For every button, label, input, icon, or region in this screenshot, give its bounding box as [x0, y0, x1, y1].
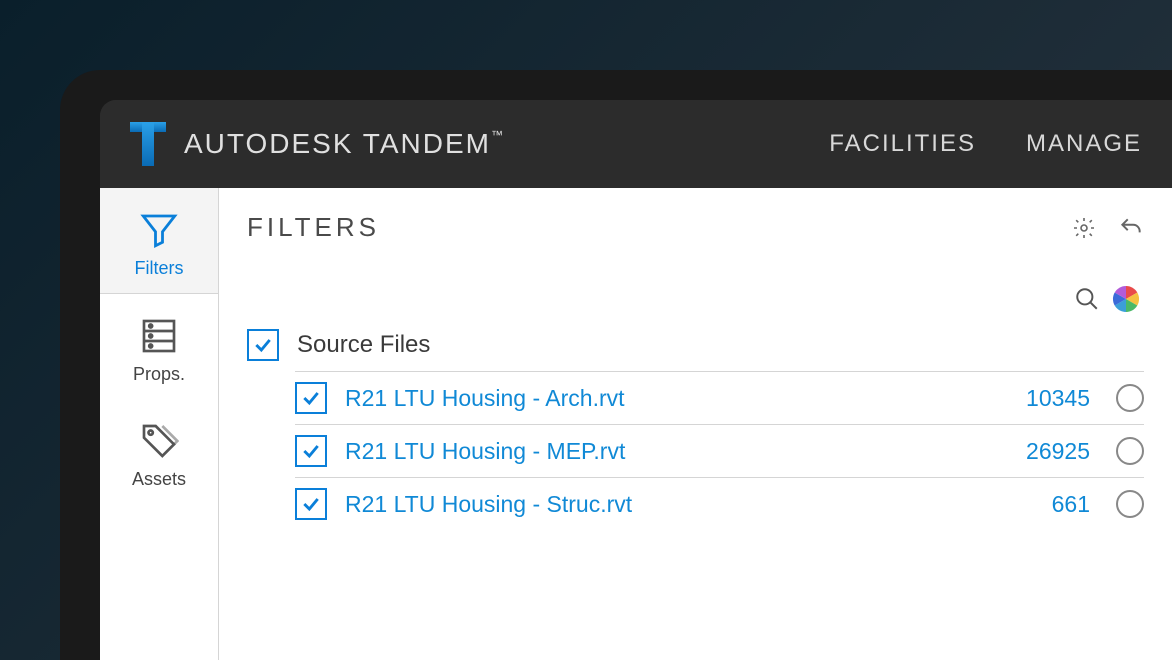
top-bar: AUTODESK TANDEM™ FACILITIES MANAGE — [100, 100, 1172, 188]
sidebar-item-label: Assets — [132, 469, 186, 490]
file-checkbox[interactable] — [295, 488, 327, 520]
sidebar-item-label: Filters — [135, 258, 184, 279]
file-name-link[interactable]: R21 LTU Housing - Arch.rvt — [345, 385, 1008, 412]
top-nav: FACILITIES MANAGE — [829, 130, 1152, 158]
sidebar-item-label: Props. — [133, 364, 185, 385]
filters-panel: FILTERS — [219, 188, 1172, 660]
file-name-link[interactable]: R21 LTU Housing - MEP.rvt — [345, 438, 1008, 465]
tag-icon — [139, 421, 179, 461]
file-radio[interactable] — [1116, 437, 1144, 465]
filter-group-source-files: Source Files R21 LTU Housing - Arch.rvt … — [247, 323, 1144, 530]
nav-manage[interactable]: MANAGE — [1026, 130, 1142, 158]
color-wheel-icon[interactable] — [1112, 285, 1140, 313]
file-row: R21 LTU Housing - Arch.rvt 10345 — [295, 371, 1144, 424]
undo-icon[interactable] — [1118, 215, 1144, 241]
filter-icon — [138, 209, 180, 251]
file-count: 26925 — [1026, 438, 1090, 465]
file-count: 10345 — [1026, 385, 1090, 412]
file-row: R21 LTU Housing - MEP.rvt 26925 — [295, 424, 1144, 477]
app-window: AUTODESK TANDEM™ FACILITIES MANAGE Filte… — [100, 100, 1172, 660]
file-count: 661 — [1052, 491, 1090, 518]
search-icon[interactable] — [1074, 286, 1100, 312]
check-icon — [301, 441, 321, 461]
sidebar-item-props[interactable]: Props. — [100, 294, 218, 399]
check-icon — [253, 335, 273, 355]
group-label: Source Files — [297, 331, 430, 359]
props-icon — [139, 316, 179, 356]
left-sidebar: Filters Props. — [100, 188, 219, 660]
workspace: Filters Props. — [100, 188, 1172, 660]
panel-title: FILTERS — [247, 212, 380, 243]
file-radio[interactable] — [1116, 384, 1144, 412]
file-checkbox[interactable] — [295, 435, 327, 467]
group-header: Source Files — [247, 323, 1144, 371]
panel-header: FILTERS — [247, 212, 1144, 243]
gear-icon[interactable] — [1072, 216, 1096, 240]
product-name: AUTODESK TANDEM™ — [184, 128, 505, 160]
check-icon — [301, 388, 321, 408]
nav-facilities[interactable]: FACILITIES — [829, 130, 976, 158]
sidebar-item-assets[interactable]: Assets — [100, 399, 218, 504]
panel-actions — [1072, 215, 1144, 241]
tandem-logo-icon — [130, 122, 166, 166]
file-name-link[interactable]: R21 LTU Housing - Struc.rvt — [345, 491, 1034, 518]
panel-tools — [247, 285, 1144, 313]
logo-block: AUTODESK TANDEM™ — [130, 122, 505, 166]
group-checkbox[interactable] — [247, 329, 279, 361]
file-radio[interactable] — [1116, 490, 1144, 518]
check-icon — [301, 494, 321, 514]
file-row: R21 LTU Housing - Struc.rvt 661 — [295, 477, 1144, 530]
sidebar-item-filters[interactable]: Filters — [100, 188, 218, 294]
file-checkbox[interactable] — [295, 382, 327, 414]
